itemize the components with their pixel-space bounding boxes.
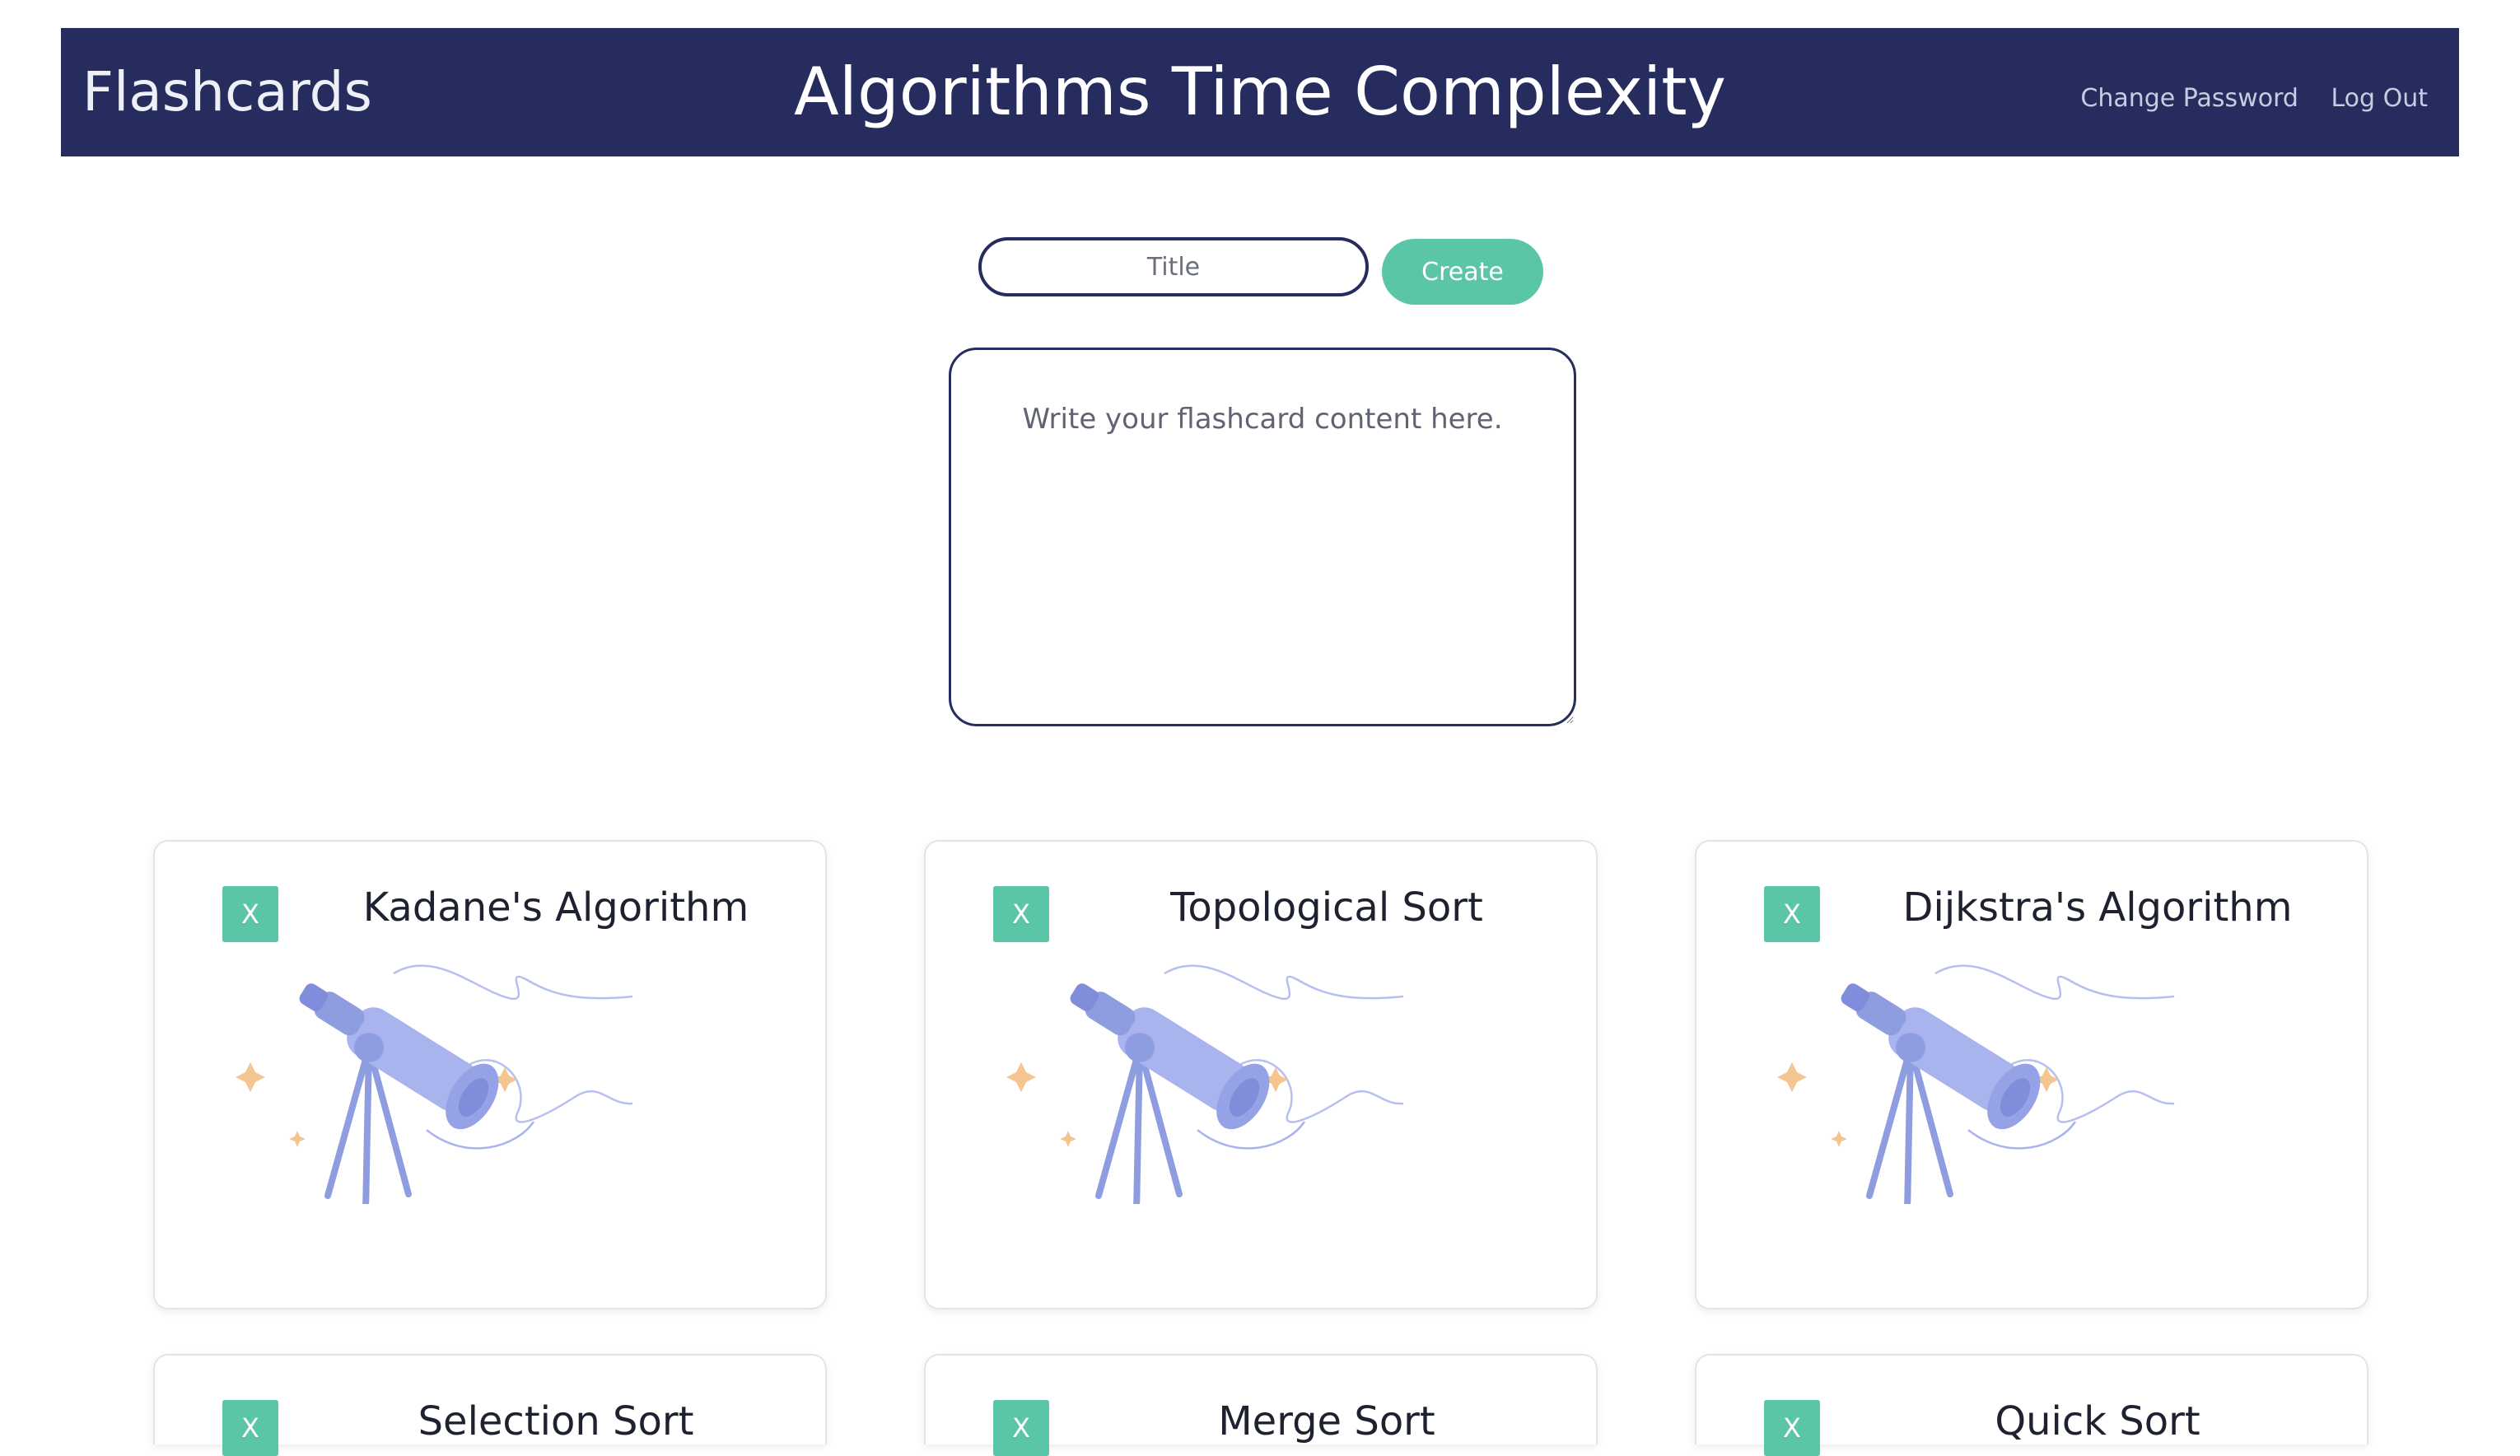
flashcard[interactable]: X Dijkstra's Algorithm (1695, 840, 2368, 1309)
card-title: Merge Sort (1218, 1398, 1435, 1444)
card-title: Topological Sort (1170, 884, 1483, 931)
delete-card-button[interactable]: X (993, 886, 1049, 942)
telescope-illustration (992, 957, 1453, 1204)
delete-card-button[interactable]: X (993, 1400, 1049, 1456)
flashcard[interactable]: X Topological Sort (924, 840, 1598, 1309)
log-out-link[interactable]: Log Out (2331, 84, 2428, 113)
card-title: Dijkstra's Algorithm (1902, 884, 2293, 931)
card-title: Kadane's Algorithm (362, 884, 749, 931)
delete-card-button[interactable]: X (1764, 886, 1820, 942)
change-password-link[interactable]: Change Password (2080, 84, 2298, 113)
nav-links: Change Password Log Out (2056, 28, 2428, 156)
flashcard[interactable]: X Selection Sort (153, 1354, 827, 1456)
card-title: Quick Sort (1995, 1398, 2200, 1444)
telescope-illustration (1762, 957, 2224, 1204)
delete-card-button[interactable]: X (222, 1400, 278, 1456)
navbar: Flashcards Algorithms Time Complexity Ch… (61, 28, 2459, 156)
delete-card-button[interactable]: X (222, 886, 278, 942)
create-button[interactable]: Create (1382, 239, 1543, 305)
telescope-illustration (221, 957, 682, 1204)
card-title: Selection Sort (418, 1398, 694, 1444)
flashcard[interactable]: X Kadane's Algorithm (153, 840, 827, 1309)
flashcard[interactable]: X Merge Sort (924, 1354, 1598, 1456)
flashcard-content-textarea[interactable] (949, 348, 1576, 726)
flashcard[interactable]: X Quick Sort (1695, 1354, 2368, 1456)
delete-card-button[interactable]: X (1764, 1400, 1820, 1456)
title-input[interactable] (978, 237, 1369, 296)
